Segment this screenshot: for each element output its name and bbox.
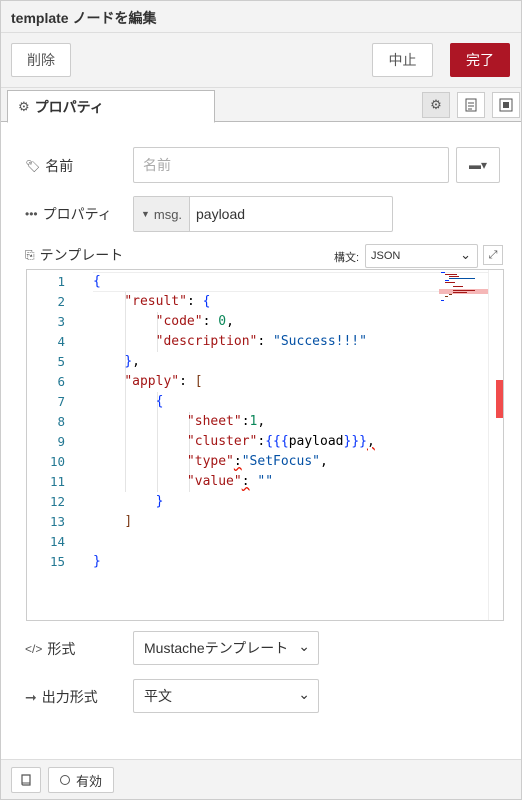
- code-line: "type":"SetFocus",: [186, 454, 328, 469]
- appearance-tab-icon[interactable]: [492, 92, 520, 118]
- property-value: payload: [196, 206, 246, 222]
- ellipsis-icon: •••: [25, 207, 38, 221]
- expand-editor-button[interactable]: ⤢: [483, 245, 503, 265]
- done-button[interactable]: 完了: [450, 43, 510, 77]
- delete-button[interactable]: 削除: [11, 43, 71, 77]
- output-select[interactable]: 平文 ⌄: [133, 679, 319, 713]
- expand-icon: ⤢: [488, 248, 498, 261]
- template-icon: ⎘: [25, 247, 35, 262]
- caret-down-icon: ▼: [140, 209, 150, 219]
- chevron-down-icon: ⌄: [298, 686, 310, 702]
- code-line: {: [93, 274, 101, 289]
- line-number: 4: [57, 334, 65, 349]
- line-number: 11: [49, 474, 65, 489]
- button-bar: 削除 中止 完了: [1, 33, 521, 88]
- format-value: Mustacheテンプレート: [144, 640, 289, 656]
- code-line: "apply": [: [124, 374, 203, 389]
- tab-properties[interactable]: ⚙ プロパティ: [7, 90, 215, 123]
- dialog-footer: 有効: [1, 759, 521, 799]
- line-number: 8: [57, 414, 65, 429]
- editor-minimap: [439, 270, 489, 310]
- line-number: 12: [49, 494, 65, 509]
- enabled-toggle[interactable]: 有効: [48, 767, 114, 793]
- gear-icon: ⚙: [430, 97, 442, 112]
- cancel-button[interactable]: 中止: [372, 43, 433, 77]
- node-library-button[interactable]: ▬▾: [456, 147, 500, 183]
- name-label: 名前: [45, 158, 74, 174]
- code-line: }: [155, 494, 164, 509]
- line-number: 7: [57, 394, 65, 409]
- property-input[interactable]: ▼ msg. payload: [133, 196, 393, 232]
- syntax-select[interactable]: JSON ⌄: [365, 244, 478, 268]
- line-number: 14: [49, 534, 65, 549]
- tag-icon: 🏷: [25, 159, 41, 173]
- arrow-right-icon: ➞: [25, 688, 37, 705]
- node-help-button[interactable]: [11, 767, 41, 793]
- code-line: }: [93, 554, 101, 569]
- dialog-title: template ノードを編集: [11, 10, 157, 26]
- format-select[interactable]: Mustacheテンプレート ⌄: [133, 631, 319, 665]
- line-number: 6: [57, 374, 65, 389]
- chevron-down-icon: ⌄: [460, 247, 471, 262]
- property-row-label: ••• プロパティ: [25, 204, 112, 224]
- property-label: プロパティ: [42, 206, 112, 222]
- info-tab-icon[interactable]: [457, 92, 485, 118]
- line-number: 1: [57, 274, 65, 289]
- code-line: {: [155, 394, 164, 409]
- code-icon: </>: [25, 642, 43, 656]
- info-icon: [465, 98, 477, 112]
- line-number: 13: [49, 514, 65, 529]
- code-line: ]: [124, 514, 133, 529]
- line-number: 3: [57, 314, 65, 329]
- format-row-label: </> 形式: [25, 639, 75, 659]
- line-number: 15: [49, 554, 65, 569]
- line-number-gutter: 1 2 3 4 5 6 7 8 9 10 11 12 13 14 15: [27, 270, 69, 620]
- layout-icon: [499, 98, 513, 112]
- syntax-label: 構文:: [334, 252, 360, 264]
- book-icon: [21, 774, 31, 786]
- code-line: "sheet":1,: [186, 414, 266, 429]
- gear-icon: ⚙: [18, 98, 30, 114]
- book-icon: ▬▾: [468, 158, 488, 172]
- name-input[interactable]: 名前: [133, 147, 449, 183]
- line-number: 10: [49, 454, 65, 469]
- code-line: "cluster":{{{payload}}},: [186, 434, 375, 449]
- edit-dialog: template ノードを編集 削除 中止 完了 ⚙ プロパティ ⚙ 🏷 名前 …: [0, 0, 522, 800]
- output-label: 出力形式: [41, 689, 98, 705]
- current-line-highlight: [93, 272, 488, 292]
- property-type-selector[interactable]: ▼ msg.: [134, 197, 190, 231]
- line-number: 5: [57, 354, 65, 369]
- template-row-label: ⎘ テンプレート: [25, 245, 123, 265]
- code-line: "value": "": [186, 474, 274, 489]
- line-number: 9: [57, 434, 65, 449]
- chevron-down-icon: ⌄: [298, 638, 310, 654]
- line-number: 2: [57, 294, 65, 309]
- settings-tab-icon[interactable]: ⚙: [422, 92, 450, 118]
- title-bar: template ノードを編集: [1, 1, 521, 33]
- template-label: テンプレート: [39, 247, 124, 263]
- syntax-value: JSON: [371, 250, 401, 262]
- enabled-label: 有効: [75, 773, 102, 789]
- radio-icon: [59, 775, 70, 785]
- output-value: 平文: [144, 688, 172, 704]
- tab-properties-label: プロパティ: [34, 98, 104, 115]
- code-line: },: [124, 354, 140, 369]
- code-line: "code": 0,: [155, 314, 234, 329]
- tab-bar: ⚙ プロパティ ⚙: [1, 88, 521, 123]
- format-label: 形式: [47, 641, 76, 657]
- error-marker: [496, 380, 503, 418]
- code-line: "description": "Success!!!": [155, 334, 367, 349]
- editor-scrollbar[interactable]: [488, 270, 503, 620]
- output-row-label: ➞ 出力形式: [25, 687, 98, 707]
- code-line: "result": {: [124, 294, 211, 309]
- name-row-label: 🏷 名前: [25, 156, 73, 176]
- property-prefix: msg.: [153, 206, 183, 222]
- code-editor[interactable]: 1 2 3 4 5 6 7 8 9 10 11 12 13 14 15 { "r…: [26, 269, 504, 621]
